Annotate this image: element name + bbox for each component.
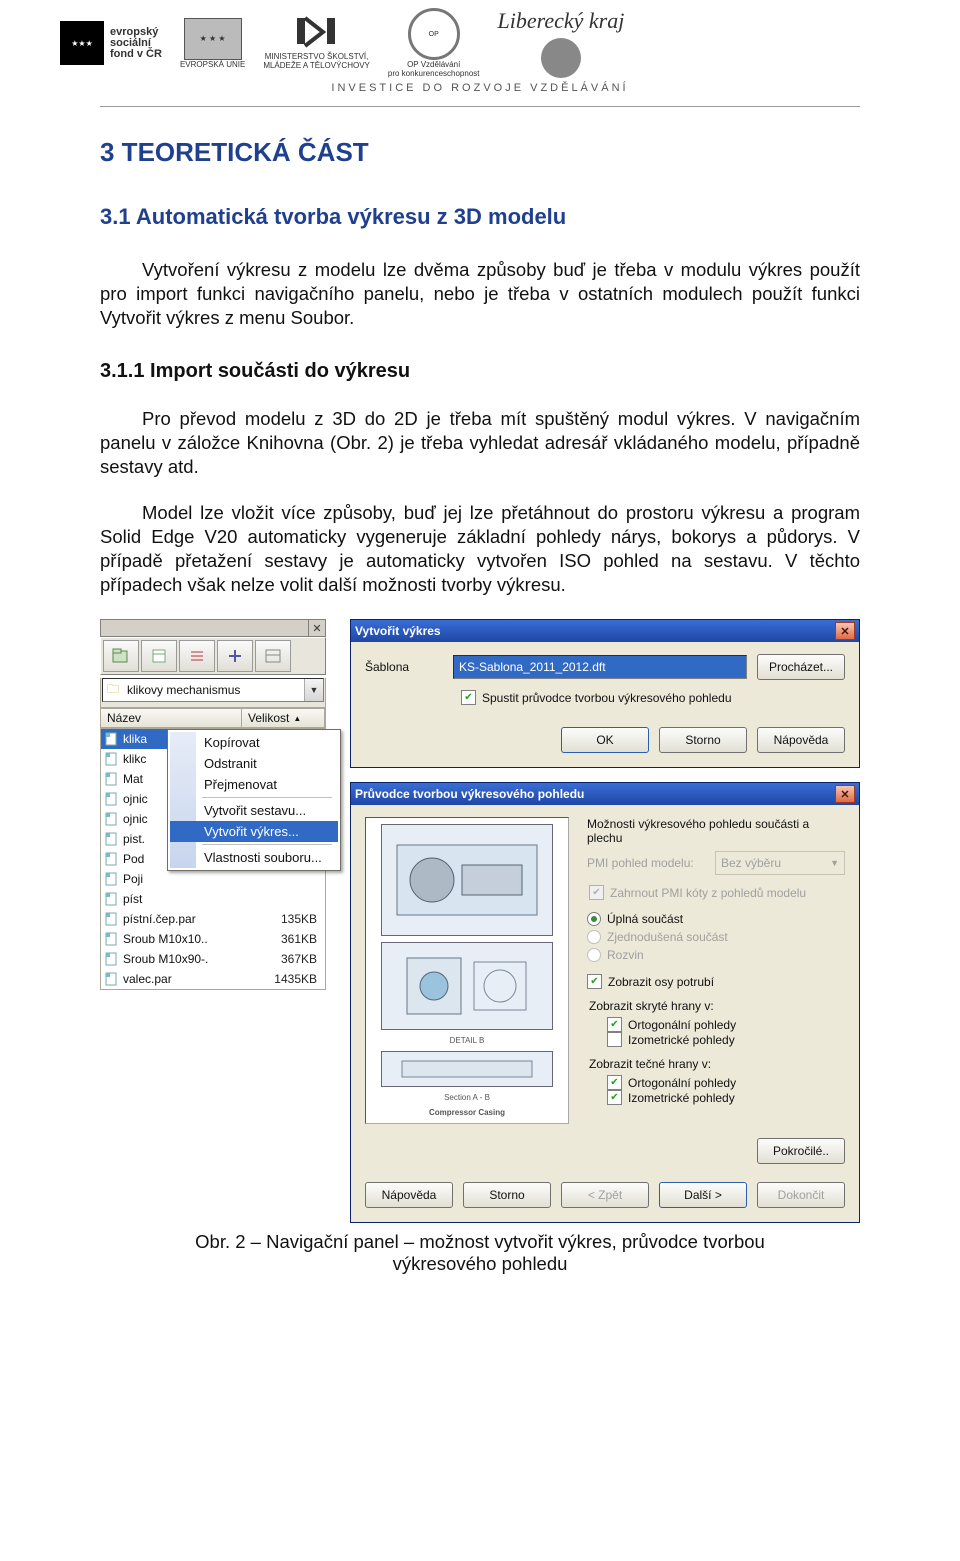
dialog-title: Vytvořit výkres — [355, 624, 835, 638]
ctx-rename[interactable]: Přejmenovat — [170, 774, 338, 795]
header-subtitle: INVESTICE DO ROZVOJE VZDĚLÁVÁNÍ — [100, 82, 860, 107]
help-button[interactable]: Nápověda — [757, 727, 845, 753]
chevron-down-icon[interactable]: ▼ — [304, 679, 323, 701]
file-icon — [101, 912, 123, 926]
file-icon — [101, 732, 123, 746]
context-menu: Kopírovat Odstranit Přejmenovat Vytvořit… — [167, 729, 341, 871]
checkbox-label: Spustit průvodce tvorbou výkresového poh… — [482, 691, 732, 705]
template-label: Šablona — [365, 660, 443, 674]
file-icon — [101, 932, 123, 946]
file-icon — [101, 892, 123, 906]
finish-button: Dokončit — [757, 1182, 845, 1208]
list-item[interactable]: pístní.čep.par135KB — [101, 909, 325, 929]
checkbox-tangent-ortho[interactable]: ✔ — [607, 1075, 622, 1090]
advanced-button[interactable]: Pokročilé.. — [757, 1138, 845, 1164]
file-icon — [101, 792, 123, 806]
esf-logo: ★★★ evropský sociální fond v ČR — [60, 21, 162, 65]
radio-flat-pattern — [587, 948, 601, 962]
checkbox-pmi: ✔ — [589, 885, 604, 900]
subsubsection-heading: 3.1.1 Import součásti do výkresu — [100, 360, 860, 383]
file-icon — [101, 752, 123, 766]
op-logo: OP OP Vzdělávání pro konkurenceschopnost — [388, 8, 480, 78]
folder-icon: 🗀 — [103, 680, 123, 701]
group-hidden-edges: Zobrazit skryté hrany v: — [589, 999, 845, 1013]
toolbar-button[interactable] — [179, 640, 215, 672]
file-icon — [101, 972, 123, 986]
ctx-create-assembly[interactable]: Vytvořit sestavu... — [170, 800, 338, 821]
paragraph: Vytvoření výkresu z modelu lze dvěma způ… — [100, 258, 860, 330]
file-icon — [101, 872, 123, 886]
pmi-label: PMI pohled modelu: — [587, 856, 705, 870]
checkbox-run-wizard[interactable]: ✔ — [461, 690, 476, 705]
checkbox-hidden-ortho[interactable]: ✔ — [607, 1017, 622, 1032]
paragraph: Model lze vložit více způsoby, buď jej l… — [100, 501, 860, 597]
dialog-create-drawing: Vytvořit výkres ✕ Šablona KS-Sablona_201… — [350, 619, 860, 768]
help-button[interactable]: Nápověda — [365, 1182, 453, 1208]
msmt-logo: MINISTERSTVO ŠKOLSTVÍ, MLÁDEŽE A TĚLOVÝC… — [263, 16, 370, 70]
toolbar-button[interactable] — [217, 640, 253, 672]
eu-logo: ★ ★ ★ EVROPSKÁ UNIE — [180, 18, 245, 69]
close-icon[interactable]: ✕ — [308, 620, 325, 636]
folder-combo[interactable]: 🗀 klikovy mechanismus ▼ — [102, 678, 324, 702]
checkbox-show-axes[interactable]: ✔ — [587, 974, 602, 989]
cancel-button[interactable]: Storno — [659, 727, 747, 753]
list-item[interactable]: píst — [101, 889, 325, 909]
group-label: Možnosti výkresového pohledu součásti a … — [587, 817, 845, 845]
paragraph: Pro převod modelu z 3D do 2D je třeba mí… — [100, 407, 860, 479]
nav-panel: ✕ 🗀 klikovy mechanismus ▼ Název Velikost… — [100, 619, 326, 990]
ctx-copy[interactable]: Kopírovat — [170, 732, 338, 753]
toolbar-button[interactable] — [103, 640, 139, 672]
back-button: < Zpět — [561, 1182, 649, 1208]
file-icon — [101, 852, 123, 866]
column-name[interactable]: Název — [101, 709, 242, 727]
dialog-view-wizard: Průvodce tvorbou výkresového pohledu ✕ — [350, 782, 860, 1223]
checkbox-tangent-iso[interactable]: ✔ — [607, 1090, 622, 1105]
toolbar-button[interactable] — [141, 640, 177, 672]
list-item[interactable]: Poji — [101, 869, 325, 889]
list-item[interactable]: Sroub M10x10..361KB — [101, 929, 325, 949]
template-field[interactable]: KS-Sablona_2011_2012.dft — [453, 655, 747, 679]
file-icon — [101, 832, 123, 846]
document-logo-header: ★★★ evropský sociální fond v ČR ★ ★ ★ EV… — [0, 0, 960, 82]
sort-asc-icon: ▲ — [293, 714, 301, 723]
list-item[interactable]: valec.par1435KB — [101, 969, 325, 989]
list-item[interactable]: Sroub M10x90-.367KB — [101, 949, 325, 969]
radio-simplified — [587, 930, 601, 944]
kraj-logo: Liberecký kraj — [498, 8, 625, 78]
cancel-button[interactable]: Storno — [463, 1182, 551, 1208]
file-icon — [101, 772, 123, 786]
file-icon — [101, 812, 123, 826]
ctx-file-properties[interactable]: Vlastnosti souboru... — [170, 847, 338, 868]
figure-caption: Obr. 2 – Navigační panel – možnost vytvo… — [180, 1231, 780, 1275]
ok-button[interactable]: OK — [561, 727, 649, 753]
close-icon[interactable]: ✕ — [835, 622, 855, 640]
group-tangent-edges: Zobrazit tečné hrany v: — [589, 1057, 845, 1071]
wizard-preview: DETAIL B Section A - B Compressor Casing — [365, 817, 569, 1124]
column-size[interactable]: Velikost▲ — [242, 709, 325, 727]
file-list[interactable]: klikaklikcMatojnicojnicpist.PodPojipístp… — [100, 728, 326, 990]
subsection-heading: 3.1 Automatická tvorba výkresu z 3D mode… — [100, 204, 860, 230]
browse-button[interactable]: Procházet... — [757, 654, 845, 680]
next-button[interactable]: Další > — [659, 1182, 747, 1208]
pmi-select: Bez výběru ▼ — [715, 851, 845, 875]
ctx-create-drawing[interactable]: Vytvořit výkres... — [170, 821, 338, 842]
close-icon[interactable]: ✕ — [835, 785, 855, 803]
checkbox-hidden-iso[interactable] — [607, 1032, 622, 1047]
file-icon — [101, 952, 123, 966]
dialog-title: Průvodce tvorbou výkresového pohledu — [355, 787, 835, 801]
chevron-down-icon: ▼ — [830, 858, 839, 868]
toolbar-button[interactable] — [255, 640, 291, 672]
section-heading: 3 TEORETICKÁ ČÁST — [100, 137, 860, 168]
radio-full-part[interactable] — [587, 912, 601, 926]
ctx-delete[interactable]: Odstranit — [170, 753, 338, 774]
